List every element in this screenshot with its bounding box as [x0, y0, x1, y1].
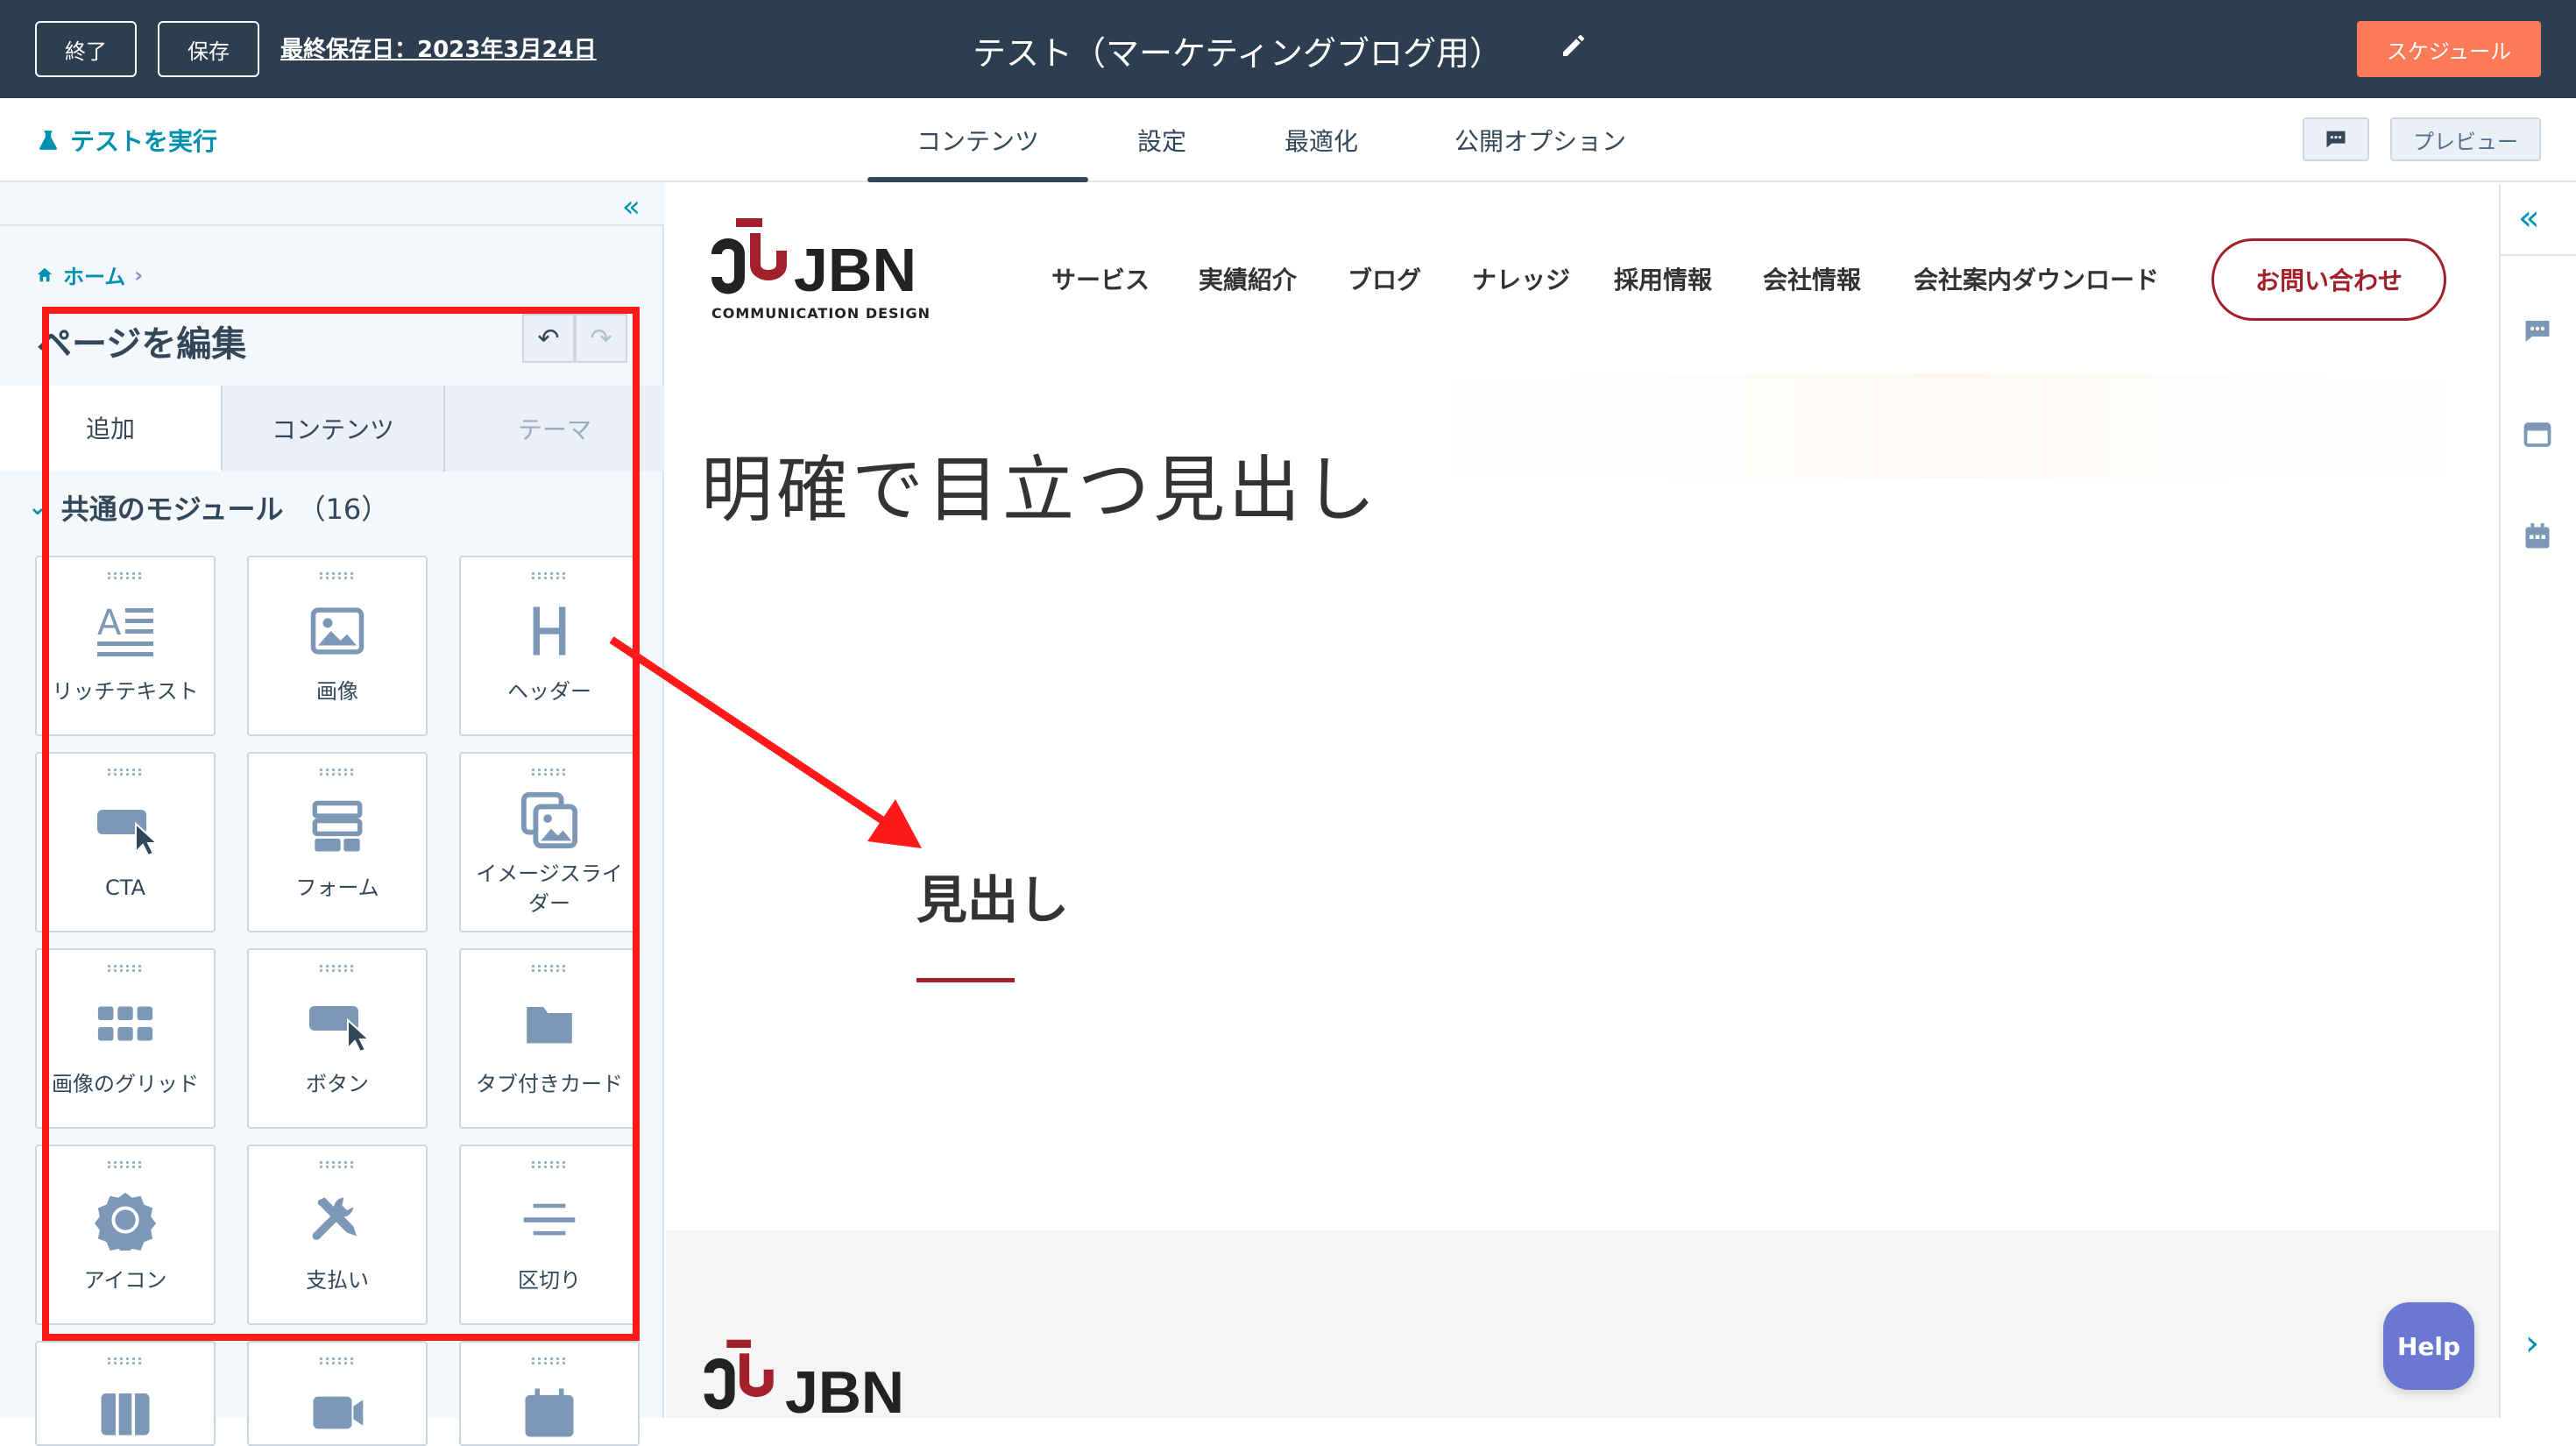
- calendar-icon[interactable]: [2522, 521, 2553, 552]
- tab-publish-options[interactable]: 公開オプション: [1454, 123, 1626, 158]
- drag-handle-icon[interactable]: [318, 1357, 357, 1364]
- contact-button[interactable]: お問い合わせ: [2212, 238, 2446, 321]
- flask-icon: [39, 131, 57, 150]
- nav-recruit[interactable]: 採用情報: [1614, 261, 1712, 296]
- pencil-icon[interactable]: [1560, 32, 1588, 60]
- layout-icon[interactable]: [2522, 419, 2553, 450]
- module-card-partial[interactable]: [247, 1341, 428, 1446]
- save-button[interactable]: 保存: [158, 21, 259, 77]
- home-icon: [37, 267, 53, 281]
- nav-brochure-download[interactable]: 会社案内ダウンロード: [1914, 261, 2159, 296]
- breadcrumb-home[interactable]: ホーム: [63, 259, 125, 290]
- table-icon: [101, 1393, 150, 1436]
- right-rail: [2499, 184, 2576, 1418]
- nav-works[interactable]: 実績紹介: [1199, 261, 1297, 296]
- chevron-right-icon[interactable]: ›: [2525, 1323, 2539, 1364]
- hero-heading[interactable]: 明確で目立つ見出し: [701, 431, 1379, 535]
- drag-handle-icon[interactable]: [106, 1357, 145, 1364]
- schedule-button[interactable]: スケジュール: [2357, 21, 2541, 77]
- nav-blog[interactable]: ブログ: [1348, 261, 1421, 296]
- heading-underline: [916, 978, 1015, 982]
- breadcrumb[interactable]: ホーム ›: [35, 259, 143, 290]
- expand-panel-icon[interactable]: «: [2518, 198, 2539, 238]
- footer-logo-text: JBN: [785, 1359, 905, 1426]
- tab-settings[interactable]: 設定: [1137, 123, 1186, 158]
- rail-divider: [2501, 254, 2576, 256]
- calendar-icon: [525, 1388, 574, 1437]
- comments-button[interactable]: [2303, 117, 2369, 161]
- site-logo-subtitle: COMMUNICATION DESIGN: [711, 305, 931, 322]
- section-heading[interactable]: 見出し: [916, 859, 1069, 932]
- comment-icon: [2326, 131, 2346, 148]
- site-logo-text: JBN: [794, 236, 917, 304]
- module-card-partial[interactable]: [35, 1341, 216, 1446]
- nav-company[interactable]: 会社情報: [1763, 261, 1861, 296]
- footer-section: [666, 1230, 2499, 1418]
- hero-background: [1402, 373, 2499, 478]
- exit-button[interactable]: 終了: [35, 21, 137, 77]
- run-test-label: テストを実行: [70, 127, 218, 156]
- tab-optimize[interactable]: 最適化: [1284, 123, 1358, 158]
- module-card-partial[interactable]: [459, 1341, 640, 1446]
- collapse-sidebar-icon[interactable]: «: [622, 189, 640, 224]
- drag-handle-icon[interactable]: [530, 1357, 569, 1364]
- page-title: テスト（マーケティングブログ用）: [973, 34, 1503, 73]
- sidebar-collapse-row: [0, 182, 664, 226]
- jbn-logo-mark-icon: [711, 218, 787, 294]
- jbn-logo-mark-icon: [704, 1339, 774, 1410]
- run-test-link[interactable]: テストを実行: [37, 123, 217, 158]
- video-icon: [313, 1397, 364, 1429]
- help-button[interactable]: Help: [2383, 1302, 2474, 1390]
- comment-icon[interactable]: [2522, 315, 2553, 347]
- nav-knowledge[interactable]: ナレッジ: [1472, 261, 1570, 296]
- last-saved-link[interactable]: 最終保存日：2023年3月24日: [280, 32, 597, 64]
- tab-content[interactable]: コンテンツ: [916, 123, 1039, 158]
- active-tab-indicator: [867, 177, 1088, 182]
- nav-services[interactable]: サービス: [1051, 261, 1150, 296]
- preview-button[interactable]: プレビュー: [2390, 117, 2541, 161]
- chevron-right-icon: ›: [134, 262, 144, 287]
- highlight-box: [42, 307, 640, 1341]
